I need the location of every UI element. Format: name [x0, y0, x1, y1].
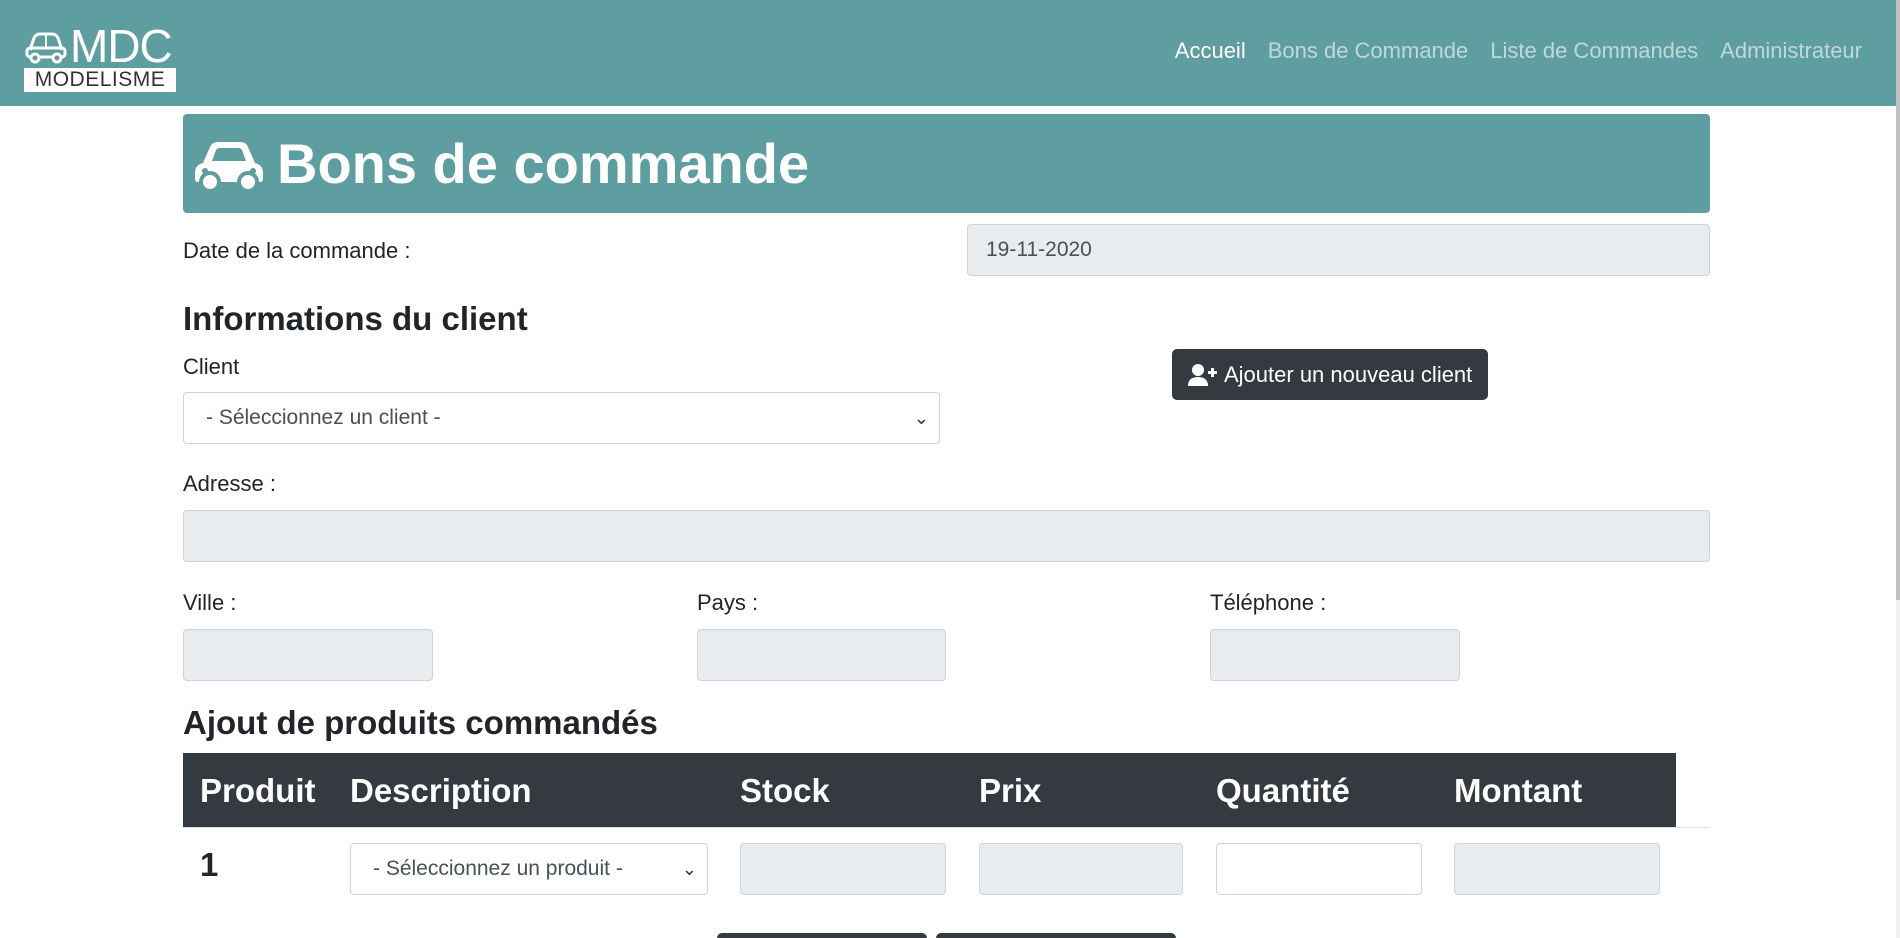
client-select-value: - Séleccionnez un client -	[206, 406, 441, 429]
client-section-heading: Informations du client	[183, 300, 528, 337]
order-date-label: Date de la commande :	[183, 238, 411, 263]
address-label: Adresse :	[183, 471, 276, 496]
client-select[interactable]: - Séleccionnez un client - ⌄	[183, 392, 940, 444]
column-header-quantite: Quantité	[1216, 772, 1350, 809]
product-select[interactable]: - Séleccionnez un produit - ⌄	[350, 843, 708, 895]
amount-field[interactable]	[1454, 843, 1660, 895]
page-title: Bons de commande	[277, 131, 810, 195]
country-label: Pays :	[697, 590, 759, 615]
table-row-divider	[183, 827, 1710, 828]
car-icon	[195, 141, 263, 191]
logo-text: MDC	[70, 20, 173, 72]
country-field[interactable]	[697, 629, 946, 681]
phone-field[interactable]	[1210, 629, 1460, 681]
brand-logo[interactable]: MDC MODELISME	[24, 20, 177, 92]
products-section-heading: Ajout de produits commandés	[183, 704, 658, 741]
column-header-stock: Stock	[740, 772, 830, 809]
column-header-description: Description	[350, 772, 532, 809]
price-field[interactable]	[979, 843, 1183, 895]
nav-link-liste-de-commandes[interactable]: Liste de Commandes	[1490, 38, 1698, 64]
column-header-montant: Montant	[1454, 772, 1583, 809]
order-date-field[interactable]: 19-11-2020	[967, 224, 1710, 276]
nav-link-administrateur[interactable]: Administrateur	[1720, 38, 1862, 64]
address-field[interactable]	[183, 510, 1710, 562]
stock-field[interactable]	[740, 843, 946, 895]
navbar: MDC MODELISME Accueil Bons de Commande L…	[0, 0, 1896, 106]
scrollbar-thumb[interactable]	[1896, 0, 1900, 600]
chevron-down-icon: ⌄	[913, 408, 929, 428]
phone-label: Téléphone :	[1210, 590, 1327, 615]
submit-order-button[interactable]	[936, 933, 1176, 938]
car-outline-icon	[25, 32, 67, 64]
add-client-button-label: Ajouter un nouveau client	[1224, 361, 1473, 387]
column-header-prix: Prix	[979, 772, 1042, 809]
city-label: Ville :	[183, 590, 237, 615]
add-product-button[interactable]	[717, 933, 927, 938]
add-client-button[interactable]: Ajouter un nouveau client	[1172, 349, 1489, 400]
product-select-value: - Séleccionnez un produit -	[373, 857, 623, 880]
main-nav: Accueil Bons de Commande Liste de Comman…	[1175, 38, 1862, 64]
chevron-down-icon: ⌄	[681, 859, 697, 879]
row-number: 1	[200, 846, 219, 883]
nav-link-accueil[interactable]: Accueil	[1175, 38, 1246, 64]
page-scrollbar[interactable]	[1896, 0, 1900, 938]
nav-link-bons-de-commande[interactable]: Bons de Commande	[1268, 38, 1469, 64]
quantity-field[interactable]	[1216, 843, 1422, 895]
client-label: Client	[183, 354, 240, 379]
city-field[interactable]	[183, 629, 433, 681]
column-header-produit: Produit	[200, 772, 316, 809]
logo-subtitle: MODELISME	[24, 68, 176, 92]
products-table-header: Produit Description Stock Prix Quantité …	[183, 753, 1676, 828]
page-header-banner: Bons de commande	[183, 114, 1710, 213]
user-plus-icon	[1188, 363, 1217, 386]
